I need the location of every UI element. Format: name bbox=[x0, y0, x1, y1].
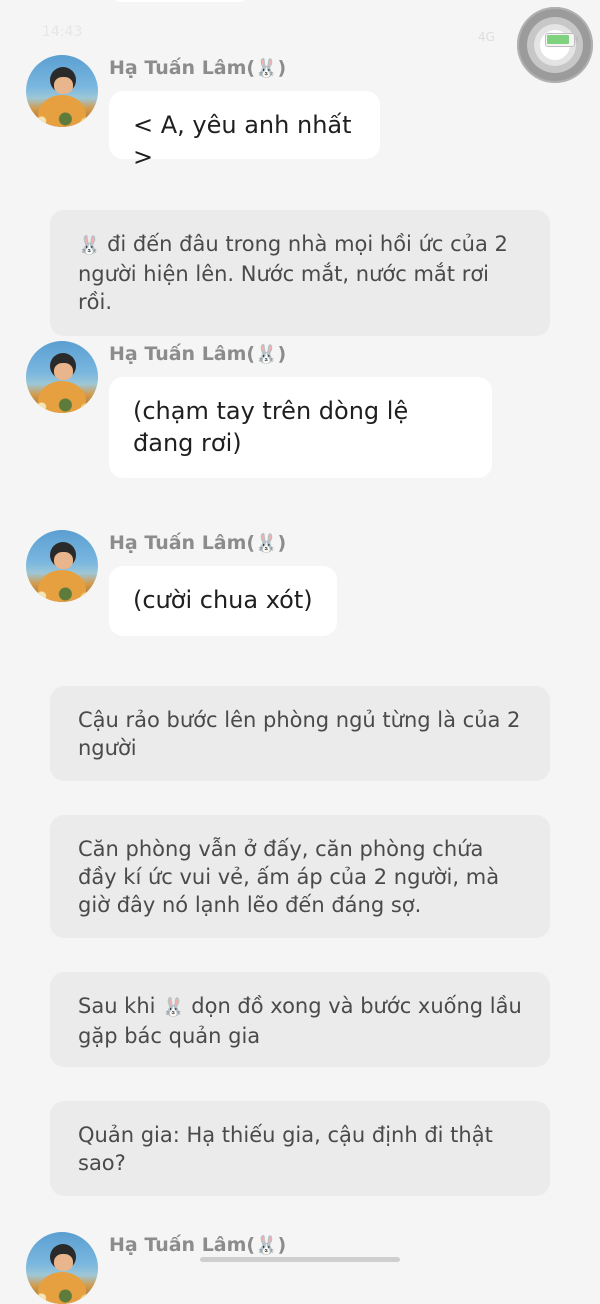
avatar[interactable] bbox=[26, 341, 98, 413]
avatar[interactable] bbox=[26, 1232, 98, 1304]
sender-name: Hạ Tuấn Lâm(🐰) bbox=[109, 532, 287, 554]
bunny-icon: 🐰 bbox=[78, 235, 101, 256]
bunny-icon: 🐰 bbox=[162, 997, 185, 1018]
bunny-icon: 🐰 bbox=[255, 1235, 278, 1256]
bunny-icon: 🐰 bbox=[255, 58, 278, 79]
sender-name: Hạ Tuấn Lâm(🐰) bbox=[109, 343, 287, 365]
previous-message-bubble bbox=[110, 0, 250, 2]
message-bubble[interactable]: (cười chua xót) bbox=[109, 566, 337, 636]
sender-name: Hạ Tuấn Lâm(🐰) bbox=[109, 1234, 287, 1256]
avatar[interactable] bbox=[26, 530, 98, 602]
status-bar: 14:43 4G bbox=[0, 0, 600, 50]
narration-bubble[interactable]: Sau khi 🐰 dọn đồ xong và bước xuống lầu … bbox=[50, 972, 550, 1067]
message-bubble[interactable]: < A, yêu anh nhất > bbox=[109, 91, 380, 171]
bunny-icon: 🐰 bbox=[255, 344, 278, 365]
narration-bubble[interactable]: Cậu rảo bước lên phòng ngủ từng là của 2… bbox=[50, 686, 550, 781]
bunny-icon: 🐰 bbox=[255, 533, 278, 554]
narration-bubble[interactable]: Căn phòng vẫn ở đấy, căn phòng chứa đầy … bbox=[50, 815, 550, 938]
battery-icon bbox=[545, 33, 578, 47]
sender-name: Hạ Tuấn Lâm(🐰) bbox=[109, 57, 287, 79]
avatar[interactable] bbox=[26, 55, 98, 127]
home-indicator[interactable] bbox=[200, 1257, 400, 1262]
signal-indicator: 4G bbox=[478, 30, 495, 44]
narration-bubble[interactable]: 🐰 đi đến đâu trong nhà mọi hồi ức của 2 … bbox=[50, 210, 550, 336]
narration-bubble[interactable]: Quản gia: Hạ thiếu gia, cậu định đi thật… bbox=[50, 1101, 550, 1196]
status-time: 14:43 bbox=[42, 24, 83, 40]
message-bubble[interactable]: (chạm tay trên dòng lệ đang rơi) bbox=[109, 377, 492, 478]
